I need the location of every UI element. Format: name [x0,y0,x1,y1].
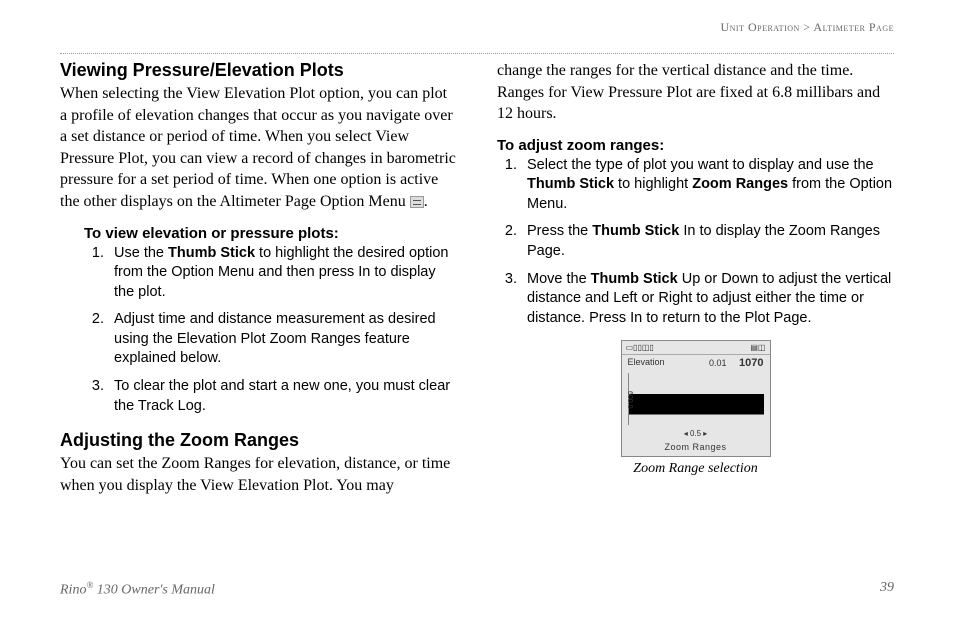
paragraph-text-tail: . [424,193,428,210]
menu-icon [410,196,424,208]
list-item: To clear the plot and start a new one, y… [108,377,457,416]
step-bold: Thumb Stick [168,245,255,261]
device-field-label: Elevation [628,357,665,369]
device-field-value-left: 0.01 [709,358,727,368]
device-xaxis-label: ◂ 0.5 ▸ [622,427,770,440]
page-footer: Rino® 130 Owner's Manual 39 [60,580,894,599]
subheading-adjust-zoom: To adjust zoom ranges: [497,137,894,154]
footer-product: Rino® 130 Owner's Manual [60,580,215,599]
breadcrumb-page: Altimeter Page [813,20,894,34]
steps-view-plots: Use the Thumb Stick to highlight the des… [108,244,457,417]
step-bold: Thumb Stick [591,271,678,287]
step-bold: Thumb Stick [592,223,679,239]
right-column: change the ranges for the vertical dista… [497,60,894,508]
step-text: Use the [114,245,168,261]
paragraph-viewing-plots: When selecting the View Elevation Plot o… [60,83,457,213]
tab-icons-left: ▭▯▯◫▯ [626,343,654,352]
device-field-row: Elevation 0.01 1070 [622,355,770,371]
device-mode-label: Zoom Ranges [622,440,770,456]
tab-icons-right: ▤◫ [750,343,765,352]
heading-viewing-plots: Viewing Pressure/Elevation Plots [60,60,457,81]
list-item: Select the type of plot you want to disp… [521,156,894,215]
device-screenshot: ▭▯▯◫▯ ▤◫ Elevation 0.01 1070 600.0 ◂ 0.5… [621,340,771,457]
figure-zoom-range: ▭▯▯◫▯ ▤◫ Elevation 0.01 1070 600.0 ◂ 0.5… [497,340,894,477]
step-bold: Zoom Ranges [692,176,788,192]
footer-product-tail: 130 Owner's Manual [93,583,215,598]
device-field-value-right: 1070 [739,357,763,369]
breadcrumb: Unit Operation > Altimeter Page [60,20,894,35]
step-text: Press the [527,223,592,239]
left-column: Viewing Pressure/Elevation Plots When se… [60,60,457,508]
step-text: Select the type of plot you want to disp… [527,157,874,173]
heading-zoom-ranges: Adjusting the Zoom Ranges [60,430,457,451]
content-region: Viewing Pressure/Elevation Plots When se… [60,60,894,508]
footer-product-name: Rino [60,583,86,598]
paragraph-change-ranges: change the ranges for the vertical dista… [497,60,894,125]
footer-page-number: 39 [880,580,894,599]
subheading-view-plots: To view elevation or pressure plots: [84,225,457,242]
step-text: Move the [527,271,591,287]
steps-adjust-zoom: Select the type of plot you want to disp… [521,156,894,329]
list-item: Use the Thumb Stick to highlight the des… [108,244,457,303]
breadcrumb-section: Unit Operation [720,20,799,34]
device-yaxis-label: 600.0 [625,373,635,425]
breadcrumb-sep: > [803,20,810,34]
device-tab-bar: ▭▯▯◫▯ ▤◫ [622,341,770,355]
step-text: to highlight [614,176,692,192]
paragraph-zoom-ranges: You can set the Zoom Ranges for elevatio… [60,453,457,496]
header-divider [60,53,894,54]
device-xaxis-value: 0.5 [690,429,701,438]
device-plot-area: 600.0 [628,373,764,425]
list-item: Move the Thumb Stick Up or Down to adjus… [521,270,894,329]
list-item: Press the Thumb Stick In to display the … [521,222,894,261]
list-item: Adjust time and distance measurement as … [108,310,457,369]
step-bold: Thumb Stick [527,176,614,192]
paragraph-text: When selecting the View Elevation Plot o… [60,85,456,210]
figure-caption: Zoom Range selection [497,461,894,477]
